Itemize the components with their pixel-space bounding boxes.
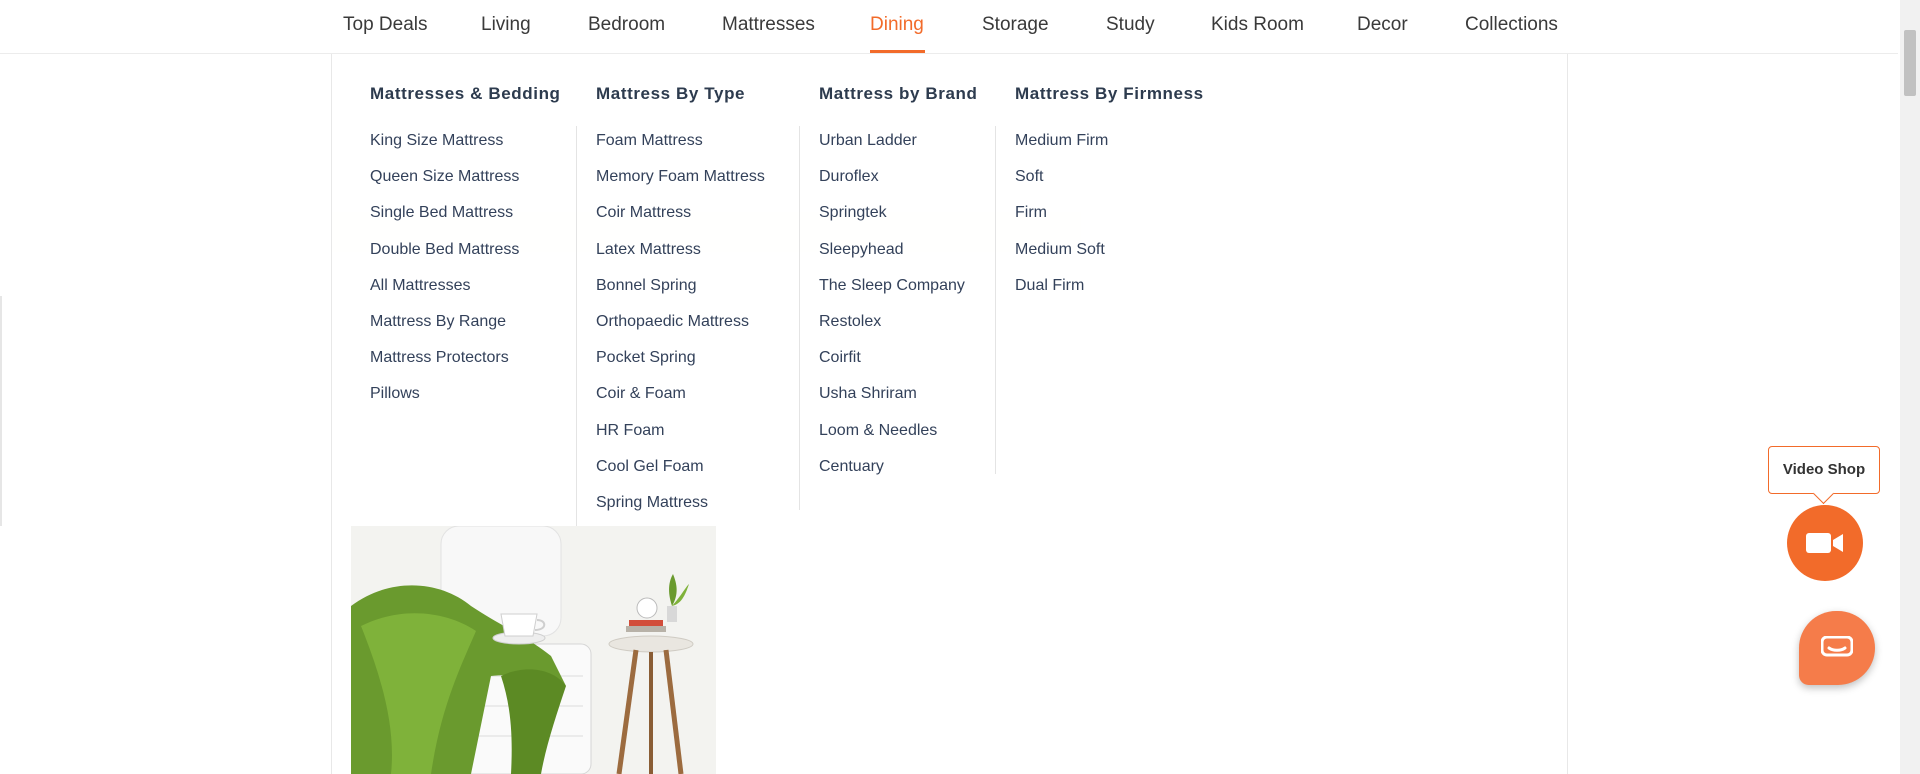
column-title[interactable]: Mattress by Brand	[819, 84, 978, 104]
video-shop-button[interactable]	[1787, 505, 1863, 581]
menu-link[interactable]: Loom & Needles	[819, 413, 965, 449]
menu-link[interactable]: Spring Mattress	[596, 485, 765, 521]
column-title[interactable]: Mattress By Firmness	[1015, 84, 1204, 104]
menu-link[interactable]: Queen Size Mattress	[370, 159, 519, 195]
menu-link[interactable]: Pocket Spring	[596, 340, 765, 376]
menu-link[interactable]: Mattress Protectors	[370, 340, 519, 376]
nav-item-bedroom[interactable]: Bedroom	[588, 14, 665, 36]
menu-link[interactable]: Centuary	[819, 449, 965, 485]
menu-link[interactable]: Cool Gel Foam	[596, 449, 765, 485]
menu-link[interactable]: Bonnel Spring	[596, 268, 765, 304]
menu-link[interactable]: King Size Mattress	[370, 123, 519, 159]
menu-link[interactable]: Coir Mattress	[596, 195, 765, 231]
menu-link[interactable]: The Sleep Company	[819, 268, 965, 304]
menu-link[interactable]: Pillows	[370, 376, 519, 412]
column-divider	[995, 126, 996, 474]
nav-item-top-deals[interactable]: Top Deals	[343, 14, 428, 36]
menu-link[interactable]: Mattress By Range	[370, 304, 519, 340]
column-title[interactable]: Mattress By Type	[596, 84, 745, 104]
background-edge	[0, 296, 2, 526]
menu-link[interactable]: Restolex	[819, 304, 965, 340]
menu-link[interactable]: Duroflex	[819, 159, 965, 195]
column-divider	[576, 126, 577, 528]
nav-item-collections[interactable]: Collections	[1465, 14, 1558, 36]
menu-link[interactable]: Coirfit	[819, 340, 965, 376]
mattress-illustration	[351, 526, 716, 774]
menu-link[interactable]: Urban Ladder	[819, 123, 965, 159]
scrollbar-thumb[interactable]	[1904, 30, 1916, 96]
menu-link[interactable]: Double Bed Mattress	[370, 232, 519, 268]
menu-link[interactable]: Foam Mattress	[596, 123, 765, 159]
menu-link[interactable]: Soft	[1015, 159, 1108, 195]
nav-item-dining[interactable]: Dining	[870, 14, 924, 36]
menu-link[interactable]: Coir & Foam	[596, 376, 765, 412]
video-camera-icon	[1806, 533, 1843, 553]
column-list: Foam Mattress Memory Foam Mattress Coir …	[596, 132, 765, 531]
menu-link[interactable]: Medium Soft	[1015, 232, 1108, 268]
menu-link[interactable]: All Mattresses	[370, 268, 519, 304]
column-list: King Size Mattress Queen Size Mattress S…	[370, 132, 519, 423]
mattress-promo-image[interactable]	[351, 526, 716, 774]
nav-item-storage[interactable]: Storage	[982, 14, 1049, 36]
active-tab-underline	[870, 50, 925, 53]
chat-bubble-icon	[1821, 636, 1853, 657]
menu-link[interactable]: Sleepyhead	[819, 232, 965, 268]
menu-link[interactable]: Orthopaedic Mattress	[596, 304, 765, 340]
column-list: Medium Firm Soft Firm Medium Soft Dual F…	[1015, 132, 1108, 314]
menu-link[interactable]: Firm	[1015, 195, 1108, 231]
video-shop-tooltip[interactable]: Video Shop	[1768, 446, 1880, 494]
nav-item-study[interactable]: Study	[1106, 14, 1155, 36]
menu-link[interactable]: Memory Foam Mattress	[596, 159, 765, 195]
menu-link[interactable]: Springtek	[819, 195, 965, 231]
page-scrollbar[interactable]	[1900, 0, 1920, 774]
menu-link[interactable]: Usha Shriram	[819, 376, 965, 412]
nav-item-mattresses[interactable]: Mattresses	[722, 14, 815, 36]
menu-link[interactable]: Latex Mattress	[596, 232, 765, 268]
nav-item-kids-room[interactable]: Kids Room	[1211, 14, 1304, 36]
nav-item-decor[interactable]: Decor	[1357, 14, 1408, 36]
nav-item-living[interactable]: Living	[481, 14, 531, 36]
column-title[interactable]: Mattresses & Bedding	[370, 84, 561, 104]
menu-link[interactable]: Medium Firm	[1015, 123, 1108, 159]
top-navigation: Top Deals Living Bedroom Mattresses Dini…	[0, 0, 1898, 54]
column-list: Urban Ladder Duroflex Springtek Sleepyhe…	[819, 132, 965, 495]
menu-link[interactable]: Single Bed Mattress	[370, 195, 519, 231]
chat-button[interactable]	[1799, 611, 1875, 685]
menu-link[interactable]: Dual Firm	[1015, 268, 1108, 304]
column-divider	[799, 126, 800, 510]
menu-link[interactable]: HR Foam	[596, 413, 765, 449]
